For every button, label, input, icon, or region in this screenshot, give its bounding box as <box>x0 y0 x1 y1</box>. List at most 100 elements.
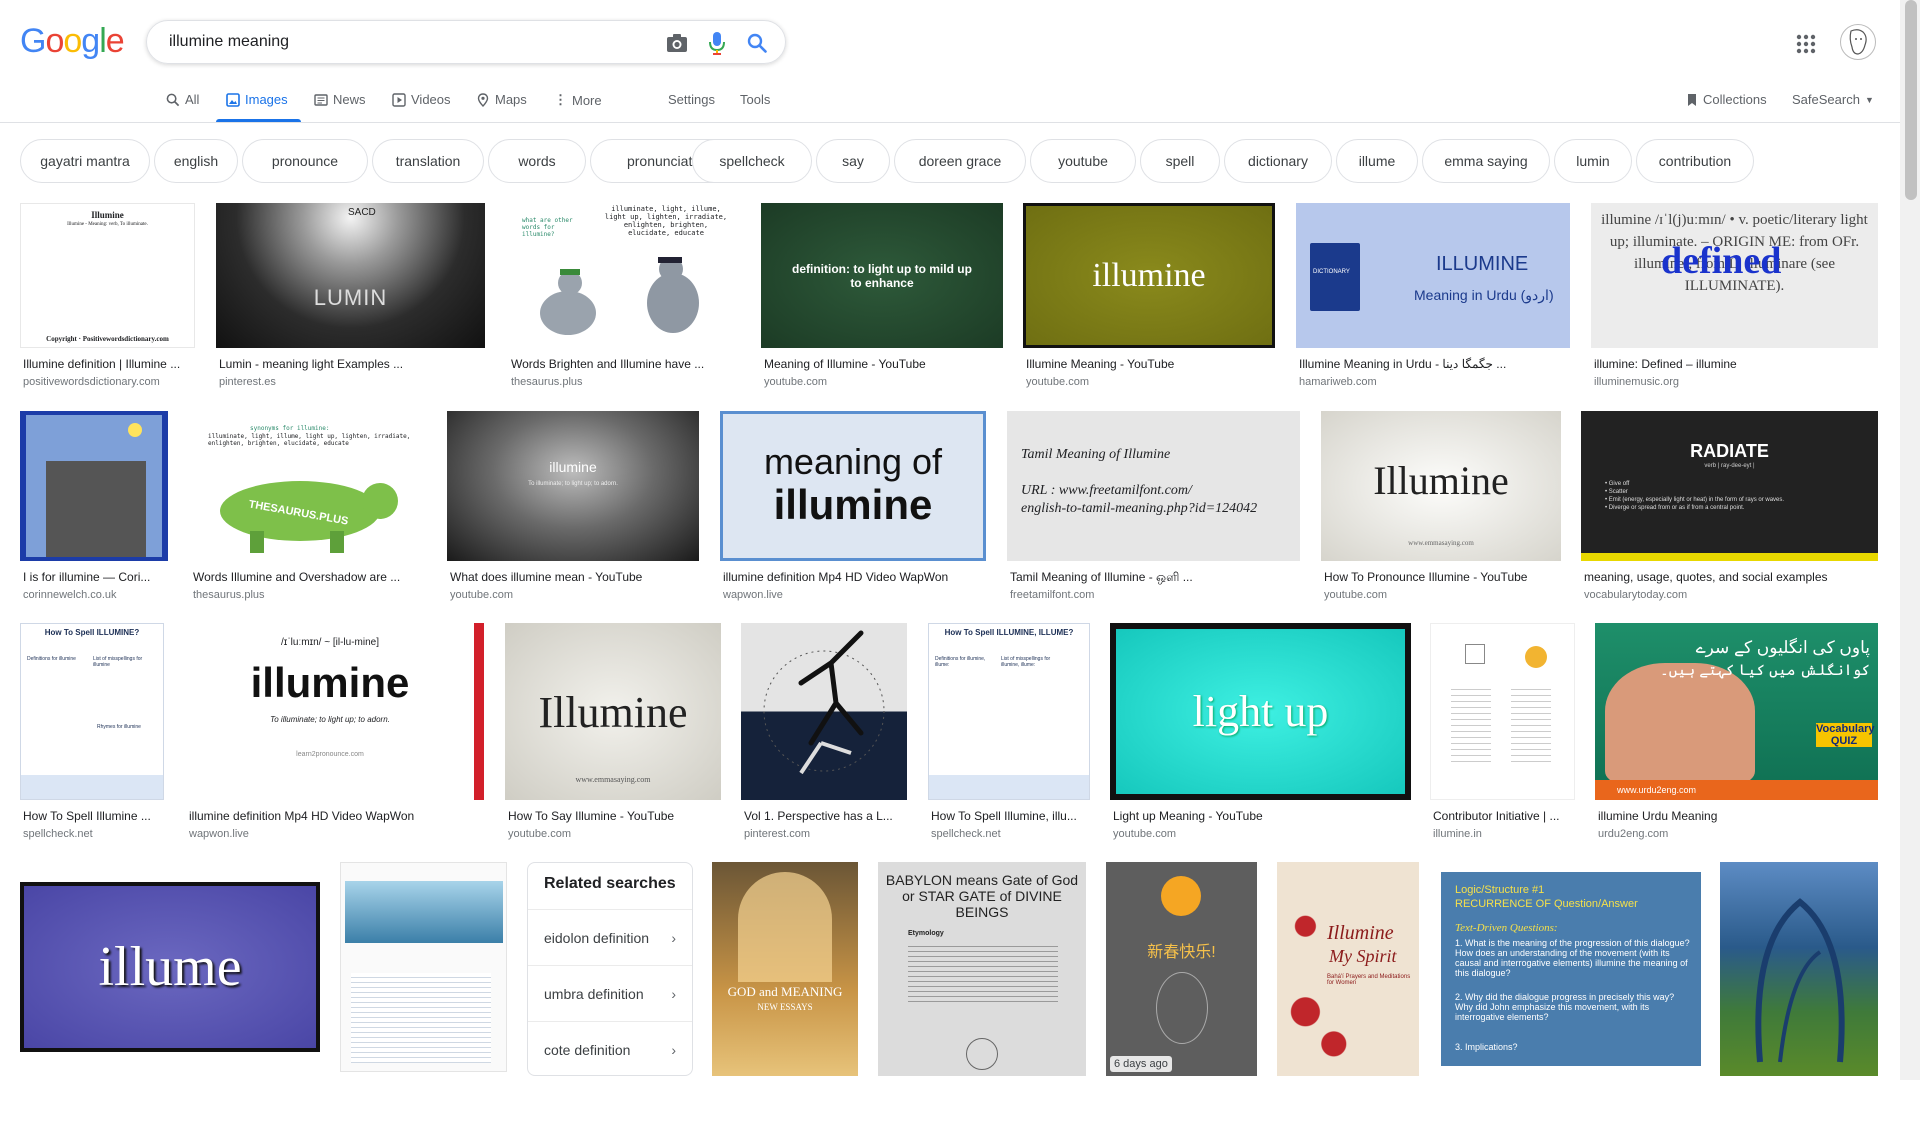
result-title[interactable]: Meaning of Illumine - YouTube <box>764 357 1000 371</box>
image-result[interactable]: Contributor Initiative | ... illumine.in <box>1430 623 1575 850</box>
result-source[interactable]: illumine.in <box>1433 828 1572 840</box>
result-thumbnail[interactable]: Logic/Structure #1 RECURRENCE OF Questio… <box>1441 862 1701 1076</box>
result-thumbnail[interactable]: synonyms for illumine: illuminate, light… <box>190 411 428 561</box>
result-thumbnail[interactable]: Illumine www.emmasaying.com <box>1321 411 1561 561</box>
tab-news[interactable]: News <box>314 92 366 107</box>
chip-youtube[interactable]: youtube <box>1030 139 1136 183</box>
result-thumbnail[interactable] <box>741 623 907 800</box>
image-result[interactable]: How To Spell ILLUMINE, ILLUME? Definitio… <box>928 623 1090 850</box>
image-result[interactable]: illumine Illumine Meaning - YouTube youtub… <box>1023 203 1275 398</box>
result-thumbnail[interactable]: Illumine My Spirit Bahá'í Prayers and Me… <box>1277 862 1419 1076</box>
result-source[interactable]: thesaurus.plus <box>193 589 425 601</box>
result-title[interactable]: Tamil Meaning of Illumine - ஒளி ... <box>1010 570 1297 586</box>
settings-link[interactable]: Settings <box>668 92 715 107</box>
result-title[interactable]: I is for illumine — Cori... <box>23 570 165 584</box>
result-title[interactable]: Vol 1. Perspective has a L... <box>744 809 904 823</box>
result-title[interactable]: Contributor Initiative | ... <box>1433 809 1572 823</box>
chip-translation[interactable]: translation <box>372 139 484 183</box>
tab-maps[interactable]: Maps <box>476 92 527 107</box>
result-thumbnail[interactable]: SACD LUMIN <box>216 203 485 348</box>
result-title[interactable]: How To Spell Illumine, illu... <box>931 809 1087 823</box>
result-source[interactable]: hamariweb.com <box>1299 376 1567 388</box>
image-result[interactable]: I is for illumine — Cori... corinnewelch.… <box>20 411 168 611</box>
result-title[interactable]: Illumine definition | Illumine ... <box>23 357 192 371</box>
related-search-item[interactable]: cote definition › <box>528 1021 692 1077</box>
result-title[interactable]: Words Illumine and Overshadow are ... <box>193 570 425 584</box>
result-source[interactable]: spellcheck.net <box>23 828 161 840</box>
apps-grid-icon[interactable] <box>1794 32 1818 56</box>
image-result[interactable]: Illumine My Spirit Bahá'í Prayers and Me… <box>1277 862 1419 1126</box>
image-result[interactable]: RADIATE verb | ray-dee-eyt | • Give off … <box>1581 411 1878 611</box>
image-result[interactable]: definition: to light up to mild up to en… <box>761 203 1003 398</box>
search-box[interactable] <box>146 20 786 64</box>
image-result[interactable]: Illumine Illumine - Meaning: verb, To il… <box>20 203 195 398</box>
result-title[interactable]: What does illumine mean - YouTube <box>450 570 696 584</box>
safesearch-dropdown[interactable]: SafeSearch ▼ <box>1792 92 1874 107</box>
chip-contribution[interactable]: contribution <box>1636 139 1754 183</box>
result-title[interactable]: Lumin - meaning light Examples ... <box>219 357 482 371</box>
chip-illume[interactable]: illume <box>1336 139 1418 183</box>
image-result[interactable]: پاوں کی انگلیوں کے سرے کوانگلش میں کیا ک… <box>1595 623 1878 850</box>
chip-lumin[interactable]: lumin <box>1554 139 1632 183</box>
result-title[interactable]: illumine Urdu Meaning <box>1598 809 1875 823</box>
chip-words[interactable]: words <box>488 139 586 183</box>
image-result[interactable] <box>340 862 507 1122</box>
related-search-item[interactable]: umbra definition › <box>528 965 692 1021</box>
result-title[interactable]: meaning, usage, quotes, and social examp… <box>1584 570 1875 584</box>
result-thumbnail[interactable]: How To Spell ILLUMINE, ILLUME? Definitio… <box>928 623 1090 800</box>
result-source[interactable]: thesaurus.plus <box>511 376 739 388</box>
search-icon[interactable] <box>745 31 769 55</box>
image-result[interactable]: BABYLON means Gate of God or STAR GATE o… <box>878 862 1086 1126</box>
chip-say[interactable]: say <box>816 139 890 183</box>
chip-dictionary[interactable]: dictionary <box>1224 139 1332 183</box>
result-source[interactable]: youtube.com <box>450 589 696 601</box>
result-thumbnail[interactable]: what are other words for illumine? illum… <box>508 203 742 348</box>
result-source[interactable]: wapwon.live <box>189 828 481 840</box>
image-result[interactable]: How To Spell ILLUMINE? Definitions for i… <box>20 623 164 850</box>
result-thumbnail[interactable] <box>340 862 507 1072</box>
result-source[interactable]: youtube.com <box>1113 828 1408 840</box>
image-result[interactable]: what are other words for illumine? illum… <box>508 203 742 398</box>
result-thumbnail[interactable]: پاوں کی انگلیوں کے سرے کوانگلش میں کیا ک… <box>1595 623 1878 800</box>
result-title[interactable]: How To Say Illumine - YouTube <box>508 809 718 823</box>
result-title[interactable]: How To Spell Illumine ... <box>23 809 161 823</box>
image-result[interactable]: Illumine www.emmasaying.com How To Pronou… <box>1321 411 1561 611</box>
result-thumbnail[interactable]: /ɪˈluːmɪn/ ~ [il-lu-mine] illumine To il… <box>186 623 484 800</box>
result-title[interactable]: illumine definition Mp4 HD Video WapWon <box>189 809 481 823</box>
result-thumbnail[interactable]: DICTIONARY ILLUMINE Meaning in Urdu (ارد… <box>1296 203 1570 348</box>
image-result[interactable]: SACD LUMIN Lumin - meaning light Examples… <box>216 203 485 398</box>
result-title[interactable]: Illumine Meaning - YouTube <box>1026 357 1272 371</box>
image-result[interactable]: DICTIONARY ILLUMINE Meaning in Urdu (ارد… <box>1296 203 1570 398</box>
mic-icon[interactable] <box>705 31 729 55</box>
result-thumbnail[interactable] <box>20 411 168 561</box>
result-thumbnail[interactable]: illume <box>20 862 320 1072</box>
result-thumbnail[interactable]: illumine <box>1023 203 1275 348</box>
result-source[interactable]: wapwon.live <box>723 589 983 601</box>
image-result[interactable]: Illumine www.emmasaying.com How To Say Il… <box>505 623 721 850</box>
result-source[interactable]: illuminemusic.org <box>1594 376 1875 388</box>
result-thumbnail[interactable]: meaning of illumine <box>720 411 986 561</box>
result-source[interactable]: youtube.com <box>508 828 718 840</box>
result-source[interactable]: spellcheck.net <box>931 828 1087 840</box>
result-source[interactable]: corinnewelch.co.uk <box>23 589 165 601</box>
result-title[interactable]: Light up Meaning - YouTube <box>1113 809 1408 823</box>
image-result[interactable]: meaning of illumine illumine definition M… <box>720 411 986 611</box>
google-logo[interactable]: Google <box>20 22 125 61</box>
result-title[interactable]: Illumine Meaning in Urdu - جگمگا دینا ..… <box>1299 357 1567 371</box>
image-result[interactable]: synonyms for illumine: illuminate, light… <box>190 411 428 611</box>
result-source[interactable]: pinterest.com <box>744 828 904 840</box>
result-thumbnail[interactable]: How To Spell ILLUMINE? Definitions for i… <box>20 623 164 800</box>
result-thumbnail[interactable] <box>1720 862 1878 1076</box>
result-source[interactable]: positivewordsdictionary.com <box>23 376 192 388</box>
image-result[interactable]: illumine /ɪˈl(j)uːmɪn/ • v. poetic/liter… <box>1591 203 1878 398</box>
result-source[interactable]: pinterest.es <box>219 376 482 388</box>
chip-pronounce[interactable]: pronounce <box>242 139 368 183</box>
tab-videos[interactable]: Videos <box>392 92 451 107</box>
image-result[interactable]: 新春快乐! 6 days ago <box>1106 862 1257 1126</box>
chip-english[interactable]: english <box>154 139 238 183</box>
result-source[interactable]: freetamilfont.com <box>1010 589 1297 601</box>
tab-more[interactable]: ⋮ More <box>554 92 602 108</box>
result-title[interactable]: How To Pronounce Illumine - YouTube <box>1324 570 1558 584</box>
camera-icon[interactable] <box>665 31 689 55</box>
related-search-item[interactable]: eidolon definition › <box>528 909 692 965</box>
